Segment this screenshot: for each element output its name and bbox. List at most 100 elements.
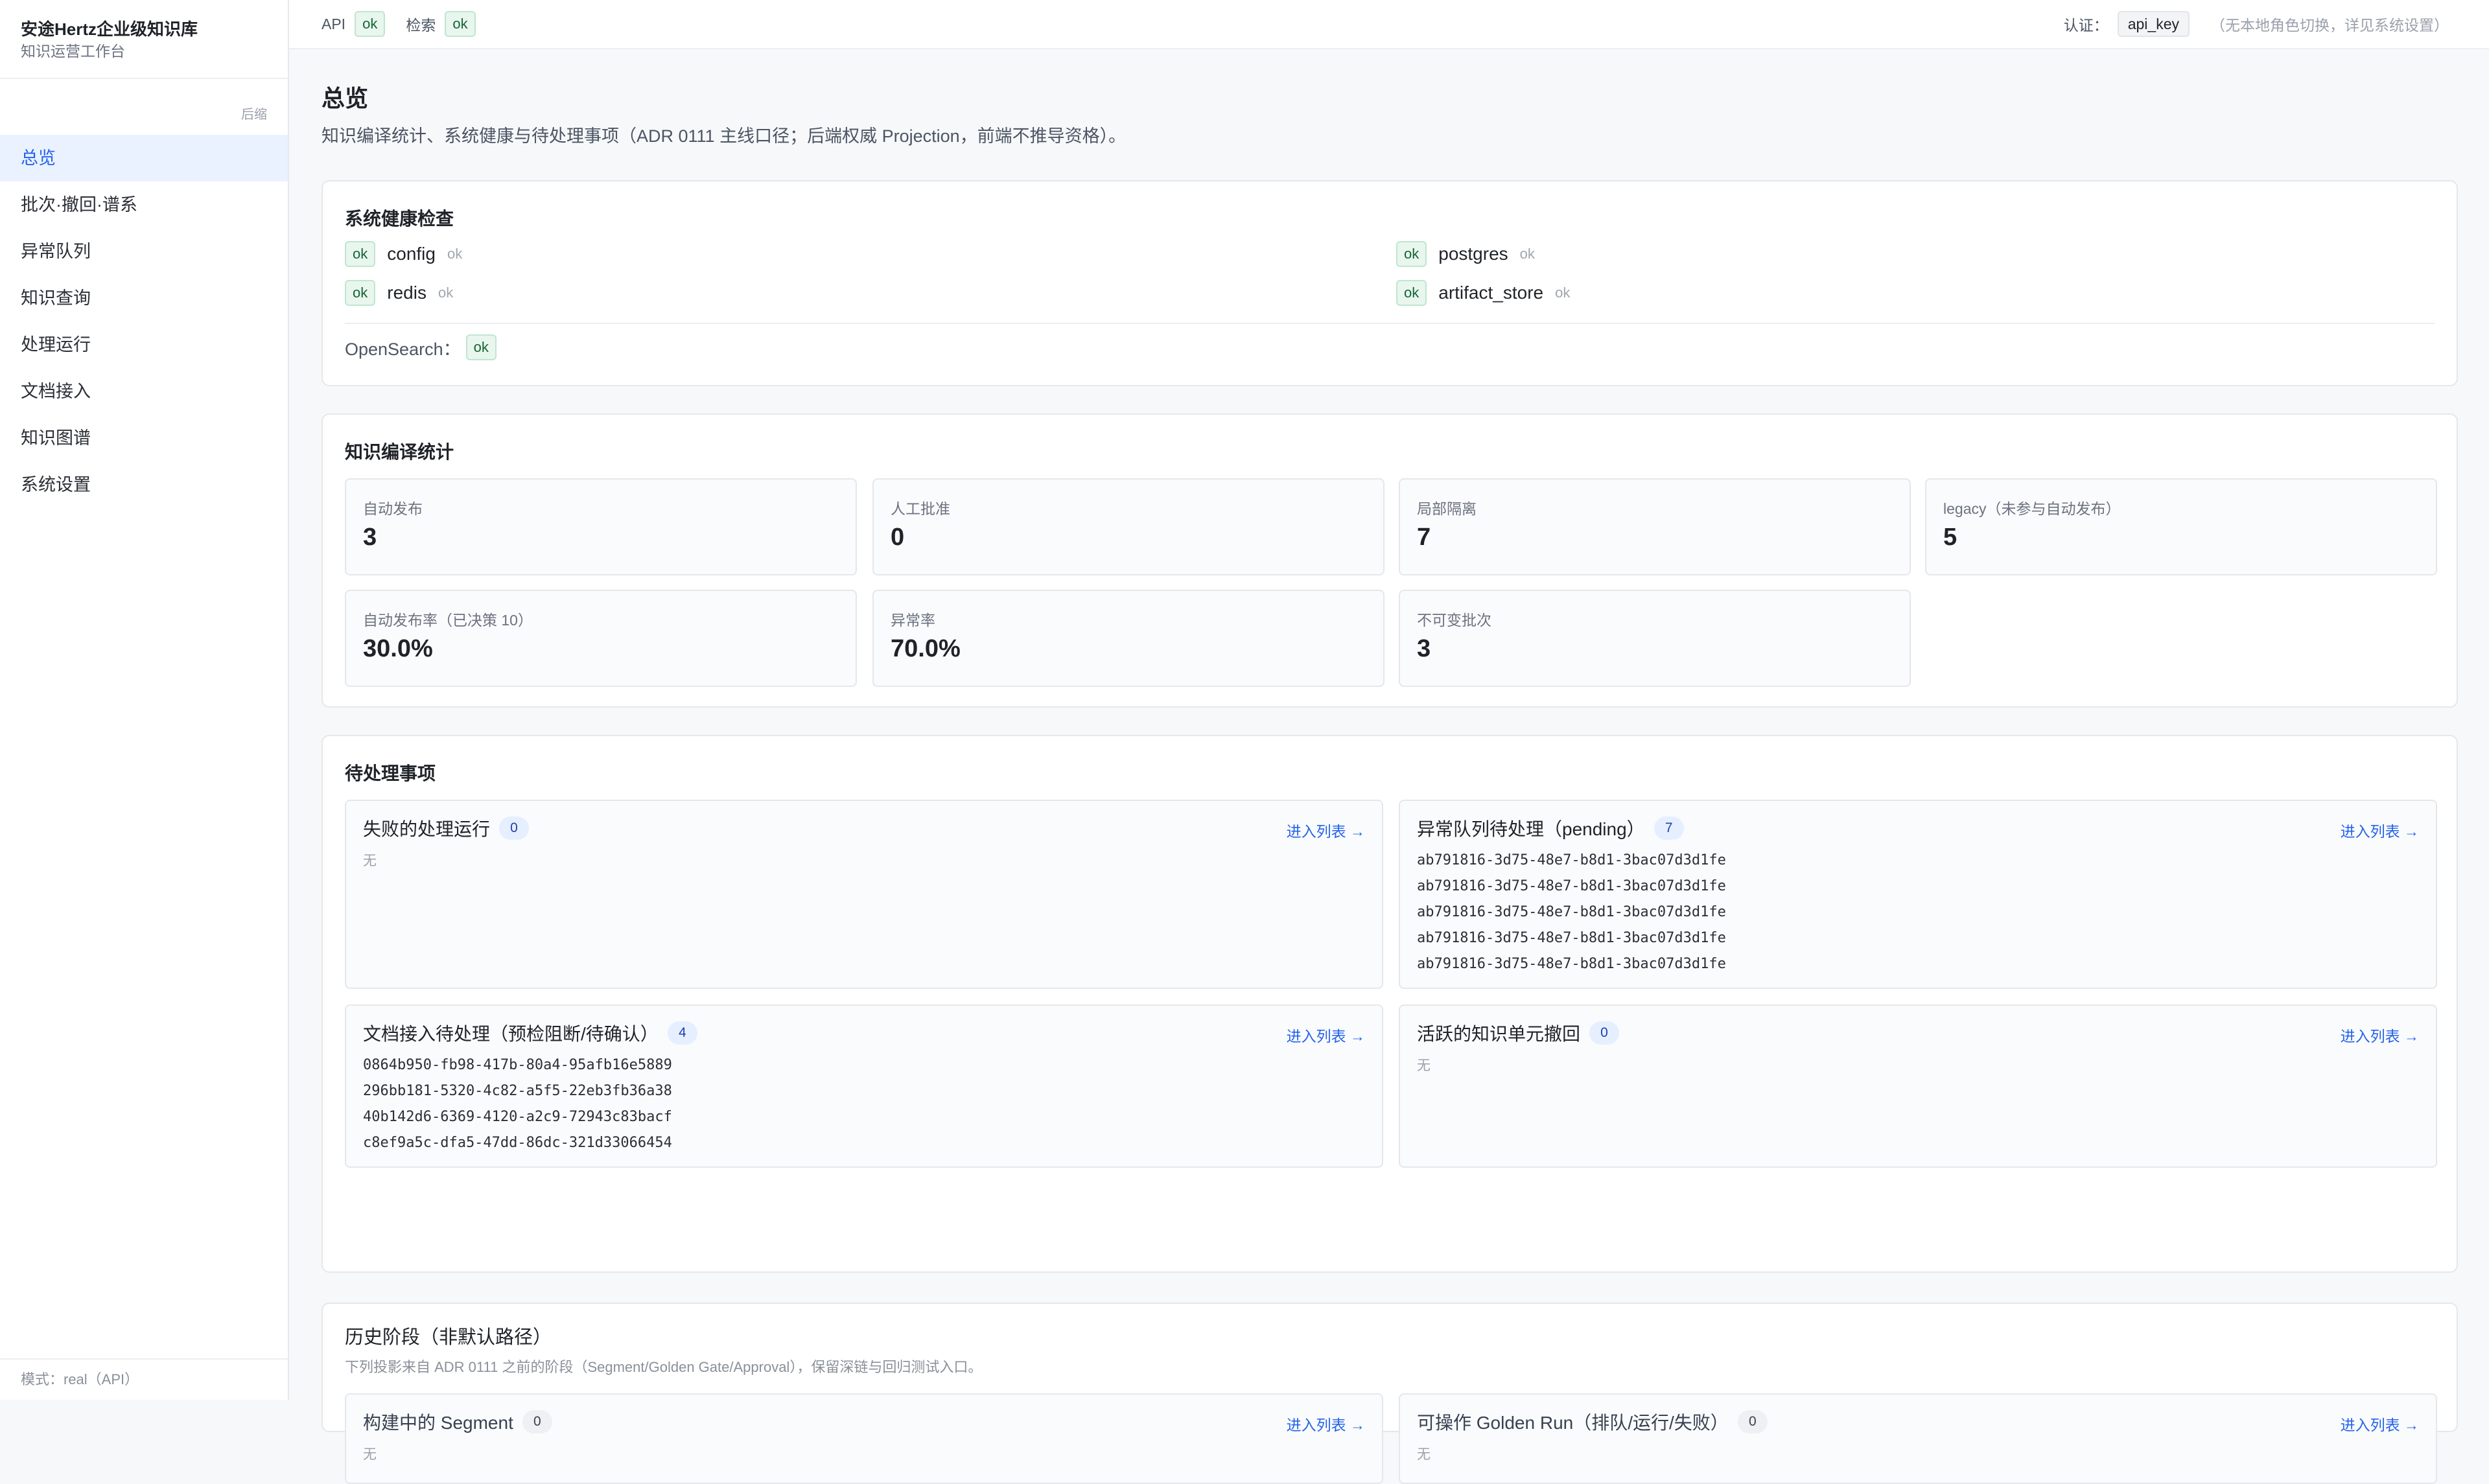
id-list: 0864b950-fb98-417b-80a4-95afb16e5889 296… xyxy=(363,1052,672,1156)
search-status-badge: ok xyxy=(445,11,476,37)
empty-text: 无 xyxy=(1417,1058,1431,1073)
status-badge: ok xyxy=(345,280,376,306)
empty-text: 无 xyxy=(363,853,377,868)
top-bar: API ok 检索 ok 认证： api_key （无本地角色切换，详见系统设置… xyxy=(289,0,2489,49)
auth-info: 认证： api_key （无本地角色切换，详见系统设置） xyxy=(2064,0,2449,48)
enter-list-link[interactable]: 进入列表 → xyxy=(1287,1024,1365,1046)
panel-title: 异常队列待处理（pending） xyxy=(1417,819,1645,839)
count-badge: 0 xyxy=(1737,1410,1768,1433)
list-item[interactable]: ab791816-3d75-48e7-b8d1-3bac07d3d1fe xyxy=(1417,848,1726,874)
panel-header: 异常队列待处理（pending） 7 xyxy=(1417,815,1684,841)
sidebar-item-ingest[interactable]: 文档接入 xyxy=(0,368,288,415)
empty-text: 无 xyxy=(1417,1447,1431,1462)
panel-header: 可操作 Golden Run（排队/运行/失败） 0 xyxy=(1417,1409,1768,1435)
health-note: ok xyxy=(447,246,463,262)
brand: 安途Hertz企业级知识库 知识运营工作台 xyxy=(0,0,288,79)
stat-manual-approve: 人工批准 0 xyxy=(872,478,1385,575)
opensearch-status-badge: ok xyxy=(465,334,497,360)
history-description: 下列投影来自 ADR 0111 之前的阶段（Segment/Golden Gat… xyxy=(345,1359,983,1375)
stat-value: 30.0% xyxy=(363,635,433,662)
panel-active-rollbacks: 活跃的知识单元撤回 0 进入列表 → 无 xyxy=(1399,1004,2437,1168)
list-item[interactable]: 40b142d6-6369-4120-a2c9-72943c83bacf xyxy=(363,1104,672,1130)
panel-title: 失败的处理运行 xyxy=(363,819,491,839)
count-badge: 0 xyxy=(522,1410,552,1433)
panel-title: 文档接入待处理（预检阻断/待确认） xyxy=(363,1024,659,1044)
sidebar: 安途Hertz企业级知识库 知识运营工作台 后缩 总览 批次·撤回·谱系 异常队… xyxy=(0,0,289,1400)
health-name: redis xyxy=(387,283,427,303)
status-badge: ok xyxy=(1396,280,1427,306)
health-item-postgres: ok postgres ok xyxy=(1396,241,1535,267)
list-item[interactable]: ab791816-3d75-48e7-b8d1-3bac07d3d1fe xyxy=(1417,899,1726,925)
stat-value: 0 xyxy=(891,524,905,551)
health-item-artifact-store: ok artifact_store ok xyxy=(1396,280,1570,306)
list-item[interactable]: ab791816-3d75-48e7-b8d1-3bac07d3d1fe xyxy=(1417,925,1726,951)
app-title: 安途Hertz企业级知识库 xyxy=(21,19,198,39)
panel-failed-runs: 失败的处理运行 0 进入列表 → 无 xyxy=(345,800,1383,989)
stat-label: 不可变批次 xyxy=(1417,612,1491,629)
enter-list-link[interactable]: 进入列表 → xyxy=(2341,1024,2419,1046)
health-title: 系统健康检查 xyxy=(345,209,454,229)
sidebar-item-batches[interactable]: 批次·撤回·谱系 xyxy=(0,181,288,228)
stats-title: 知识编译统计 xyxy=(345,442,454,462)
main-content: 总览 知识编译统计、系统健康与待处理事项（ADR 0111 主线口径；后端权威 … xyxy=(321,80,2458,1484)
api-label: API xyxy=(321,15,346,32)
enter-list-link[interactable]: 进入列表 → xyxy=(2341,1413,2419,1435)
stat-value: 3 xyxy=(1417,635,1431,662)
panel-title: 可操作 Golden Run（排队/运行/失败） xyxy=(1417,1413,1729,1433)
search-label: 检索 xyxy=(406,17,436,34)
enter-list-link[interactable]: 进入列表 → xyxy=(2341,819,2419,841)
health-name: artifact_store xyxy=(1438,283,1544,303)
list-item[interactable]: ab791816-3d75-48e7-b8d1-3bac07d3d1fe xyxy=(1417,874,1726,899)
page-description: 知识编译统计、系统健康与待处理事项（ADR 0111 主线口径；后端权威 Pro… xyxy=(321,126,1127,146)
sidebar-item-graph[interactable]: 知识图谱 xyxy=(0,415,288,461)
stat-label: 自动发布率（已决策 10） xyxy=(363,612,533,629)
health-item-redis: ok redis ok xyxy=(345,280,453,306)
list-item[interactable]: c8ef9a5c-dfa5-47dd-86dc-321d33066454 xyxy=(363,1130,672,1156)
list-item[interactable]: 296bb181-5320-4c82-a5f5-22eb3fb36a38 xyxy=(363,1078,672,1104)
sidebar-item-settings[interactable]: 系统设置 xyxy=(0,461,288,508)
health-name: postgres xyxy=(1438,244,1508,264)
stat-value: 5 xyxy=(1943,524,1957,551)
list-item[interactable]: 0864b950-fb98-417b-80a4-95afb16e5889 xyxy=(363,1052,672,1078)
sidebar-item-overview[interactable]: 总览 xyxy=(0,135,288,181)
count-badge: 7 xyxy=(1653,817,1684,840)
pending-card: 待处理事项 失败的处理运行 0 进入列表 → 无 异常队列待处理（pending… xyxy=(321,735,2458,1273)
panel-title: 构建中的 Segment xyxy=(363,1413,513,1433)
list-item[interactable]: ab791816-3d75-48e7-b8d1-3bac07d3d1fe xyxy=(1417,951,1726,977)
stat-label: 自动发布 xyxy=(363,500,423,517)
stat-auto-publish: 自动发布 3 xyxy=(345,478,857,575)
divider xyxy=(345,323,2435,324)
service-status: API ok 检索 ok xyxy=(321,0,476,48)
panel-ingest-pending: 文档接入待处理（预检阻断/待确认） 4 进入列表 → 0864b950-fb98… xyxy=(345,1004,1383,1168)
opensearch-status: OpenSearch： ok xyxy=(345,334,497,360)
status-badge: ok xyxy=(345,241,376,267)
stat-label: 异常率 xyxy=(891,612,935,629)
stat-label: 人工批准 xyxy=(891,500,950,517)
stat-label: 局部隔离 xyxy=(1417,500,1477,517)
enter-list-link[interactable]: 进入列表 → xyxy=(1287,819,1365,841)
stat-partial-isolation: 局部隔离 7 xyxy=(1399,478,1911,575)
stat-value: 3 xyxy=(363,524,377,551)
count-badge: 0 xyxy=(1589,1021,1620,1045)
sidebar-item-exceptions[interactable]: 异常队列 xyxy=(0,228,288,275)
count-badge: 4 xyxy=(667,1021,697,1045)
panel-building-segments: 构建中的 Segment 0 进入列表 → 无 xyxy=(345,1393,1383,1484)
auth-mode-badge: api_key xyxy=(2117,11,2190,37)
health-name: config xyxy=(387,244,436,264)
sidebar-item-query[interactable]: 知识查询 xyxy=(0,275,288,321)
stat-immutable-batches: 不可变批次 3 xyxy=(1399,590,1911,687)
panel-exception-queue: 异常队列待处理（pending） 7 进入列表 → ab791816-3d75-… xyxy=(1399,800,2437,989)
sidebar-nav: 总览 批次·撤回·谱系 异常队列 知识查询 处理运行 文档接入 知识图谱 系统设… xyxy=(0,135,288,508)
history-title: 历史阶段（非默认路径） xyxy=(345,1327,552,1348)
collapse-sidebar-button[interactable]: 后缩 xyxy=(241,104,267,122)
id-list: ab791816-3d75-48e7-b8d1-3bac07d3d1fe ab7… xyxy=(1417,848,1726,977)
stat-label: legacy（未参与自动发布） xyxy=(1943,500,2121,517)
mode-indicator: 模式：real（API） xyxy=(0,1358,288,1400)
enter-list-link[interactable]: 进入列表 → xyxy=(1287,1413,1365,1435)
pending-title: 待处理事项 xyxy=(345,763,436,783)
sidebar-item-runs[interactable]: 处理运行 xyxy=(0,321,288,368)
auth-label: 认证： xyxy=(2063,17,2109,34)
panel-header: 活跃的知识单元撤回 0 xyxy=(1417,1020,1620,1046)
empty-text: 无 xyxy=(363,1447,377,1462)
panel-header: 构建中的 Segment 0 xyxy=(363,1409,552,1435)
